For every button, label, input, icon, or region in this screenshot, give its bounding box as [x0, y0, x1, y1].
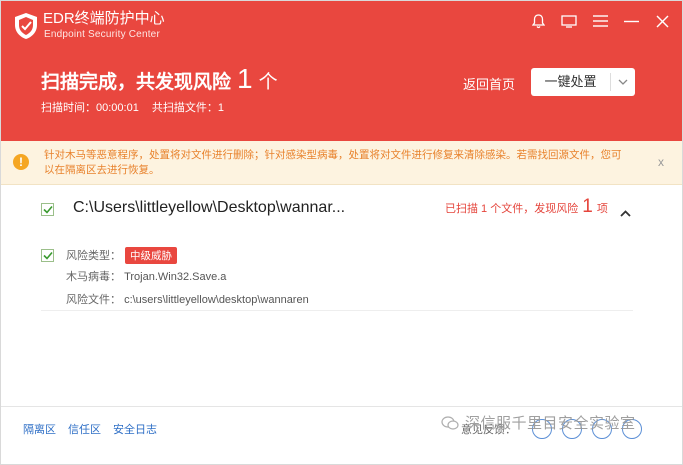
security-log-link[interactable]: 安全日志 [113, 421, 157, 437]
warning-icon: ! [13, 154, 29, 170]
minimize-icon[interactable] [623, 13, 639, 29]
watermark: 深信服千里目安全实验室 [441, 412, 636, 433]
menu-icon[interactable] [592, 13, 608, 29]
result-prefix: 扫描完成，共发现风险 [41, 72, 232, 93]
divider [41, 310, 633, 311]
scan-meta: 扫描时间：00:00:01 共扫描文件：1 [41, 99, 234, 115]
footer: 隔离区 信任区 安全日志 意见反馈： 深信服千里目安全实验室 [1, 406, 682, 464]
trojan-key: 木马病毒： [66, 271, 121, 283]
file-scan-summary: 已扫描 1 个文件，发现风险 1 项 [445, 196, 608, 217]
edr-window: EDR终端防护中心 Endpoint Security Center 扫描完成，… [0, 0, 683, 465]
chevron-up-icon[interactable] [620, 204, 631, 222]
shield-logo-icon [15, 13, 37, 39]
watermark-text: 深信服千里目安全实验室 [465, 415, 636, 432]
quarantine-link[interactable]: 隔离区 [23, 421, 56, 437]
risk-level-badge: 中级威胁 [125, 247, 177, 264]
result-count: 1 [237, 63, 253, 94]
checkmark-icon [42, 251, 53, 260]
risk-type-line: 风险类型： 中级威胁 [66, 247, 177, 264]
onekey-dispose-label: 一键处置 [531, 73, 611, 91]
app-title: EDR终端防护中心 [43, 10, 165, 27]
notice-close-button[interactable]: x [658, 155, 664, 169]
onekey-dispose-button[interactable]: 一键处置 [531, 68, 635, 96]
risk-type-key: 风险类型： [66, 250, 121, 262]
footer-links: 隔离区 信任区 安全日志 [23, 421, 157, 437]
bell-icon[interactable] [530, 13, 546, 29]
result-unit: 个 [258, 72, 278, 93]
notice-bar: ! 针对木马等恶意程序，处置将对文件进行删除；针对感染型病毒，处置将对文件进行修… [1, 141, 682, 185]
scan-file-count: 共扫描文件：1 [151, 102, 225, 114]
summary-prefix: 已扫描 1 个文件，发现风险 [445, 203, 579, 215]
summary-count: 1 [582, 196, 593, 217]
trust-zone-link[interactable]: 信任区 [68, 421, 101, 437]
risk-file-line: 风险文件： c:\users\littleyellow\desktop\wann… [66, 291, 309, 307]
notice-text: 针对木马等恶意程序，处置将对文件进行删除；针对感染型病毒，处置将对文件进行修复来… [44, 149, 622, 176]
risk-file-value: c:\users\littleyellow\desktop\wannaren [124, 294, 309, 306]
message-icon[interactable] [561, 13, 577, 29]
trojan-line: 木马病毒： Trojan.Win32.Save.a [66, 268, 226, 284]
risk-checkbox[interactable] [41, 249, 54, 262]
header: EDR终端防护中心 Endpoint Security Center 扫描完成，… [1, 1, 682, 141]
file-row[interactable]: C:\Users\littleyellow\Desktop\wannar... … [1, 191, 682, 231]
scan-time: 扫描时间：00:00:01 [41, 102, 139, 114]
file-path: C:\Users\littleyellow\Desktop\wannar... [73, 199, 346, 216]
risk-file-key: 风险文件： [66, 294, 121, 306]
window-controls [530, 13, 670, 29]
app-subtitle: Endpoint Security Center [44, 29, 160, 40]
file-checkbox[interactable] [41, 203, 54, 216]
close-icon[interactable] [654, 13, 670, 29]
scan-result: 扫描完成，共发现风险 1 个 [41, 63, 278, 94]
trojan-value: Trojan.Win32.Save.a [124, 271, 227, 283]
wechat-icon [441, 415, 459, 430]
summary-unit: 项 [596, 203, 608, 215]
checkmark-icon [42, 205, 53, 214]
back-home-link[interactable]: 返回首页 [463, 74, 515, 93]
chevron-down-icon[interactable] [611, 79, 635, 85]
